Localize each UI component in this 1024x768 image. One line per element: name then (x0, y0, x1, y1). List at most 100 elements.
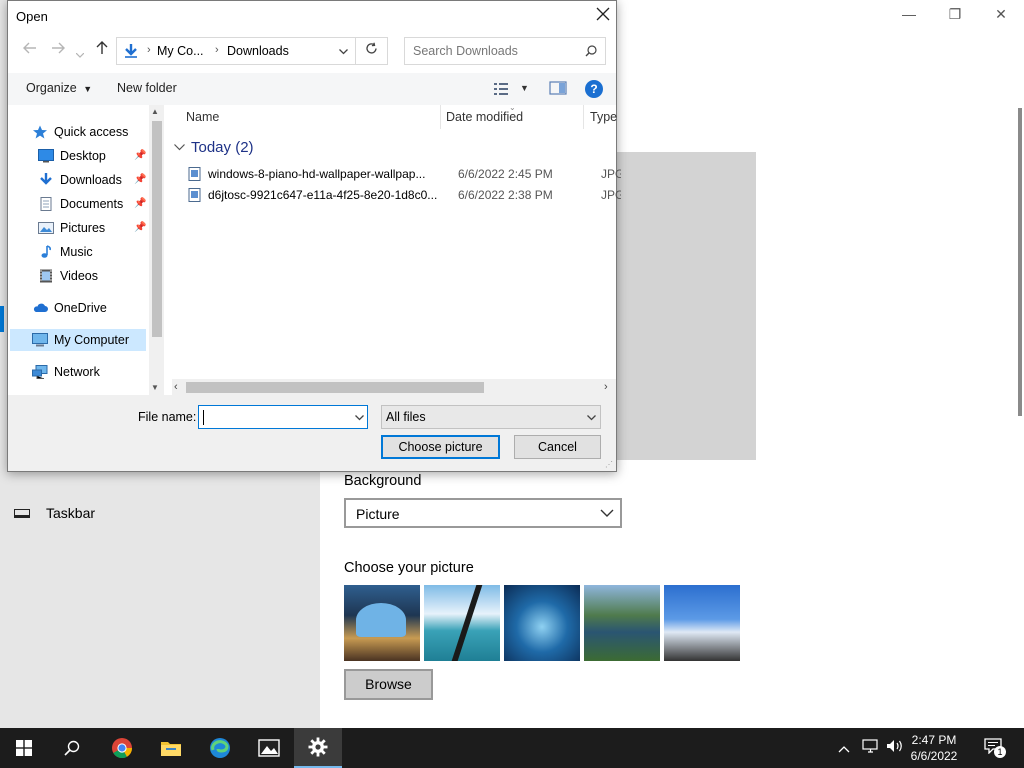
column-divider[interactable] (440, 105, 441, 129)
file-row[interactable]: d6jtosc-9921c647-e11a-4f25-8e20-1d8c0...… (188, 185, 621, 205)
back-button[interactable] (20, 41, 40, 58)
column-divider[interactable] (583, 105, 584, 129)
organize-menu[interactable]: Organize ▼ (26, 81, 92, 95)
file-name-label: File name: (138, 410, 197, 424)
search-icon (64, 740, 80, 756)
pin-icon[interactable]: 📌 (134, 198, 146, 209)
file-type-filter[interactable]: All files (381, 405, 601, 429)
caret-down-icon: ▼ (83, 84, 93, 94)
nav-item-pictures[interactable]: Pictures (38, 218, 105, 238)
nav-item-my-computer[interactable]: My Computer (32, 330, 129, 350)
pin-icon[interactable]: 📌 (134, 174, 146, 185)
nav-item-label: Downloads (60, 173, 122, 187)
image-file-icon (188, 188, 201, 202)
close-window-button[interactable]: ✕ (986, 6, 1016, 23)
new-folder-button[interactable]: New folder (117, 81, 177, 95)
chevron-down-icon (587, 415, 596, 421)
sort-chevron-icon: ⌄ (509, 103, 516, 112)
nav-scroll-thumb[interactable] (152, 121, 162, 337)
column-header-type[interactable]: Type (590, 110, 617, 132)
chevron-down-icon[interactable] (355, 415, 364, 421)
pin-icon[interactable]: 📌 (134, 150, 146, 161)
photos-taskbar-button[interactable] (245, 728, 293, 768)
view-options-button[interactable]: ▼ (494, 82, 529, 100)
horizontal-scroll-thumb[interactable] (186, 382, 484, 393)
scroll-right-icon[interactable]: › (604, 381, 608, 393)
file-name-input[interactable] (198, 405, 368, 429)
arrow-up-icon (96, 41, 108, 54)
volume-tray-button[interactable] (886, 739, 904, 758)
picture-thumbnail-1[interactable] (344, 585, 420, 661)
help-button[interactable]: ? (585, 80, 603, 98)
pin-icon[interactable]: 📌 (134, 222, 146, 233)
nav-item-label: Desktop (60, 149, 106, 163)
show-hidden-icons-button[interactable] (838, 740, 850, 758)
nav-item-label: Network (54, 365, 100, 379)
column-header-date[interactable]: Date modified (446, 110, 523, 132)
arrow-left-icon (23, 42, 36, 54)
cancel-button[interactable]: Cancel (514, 435, 601, 459)
network-tray-button[interactable] (862, 739, 880, 758)
breadcrumb-segment[interactable]: My Co... (157, 44, 204, 58)
selected-indicator (0, 306, 4, 332)
column-header-name[interactable]: Name (186, 110, 219, 132)
clock-date: 6/6/2022 (910, 749, 958, 763)
nav-item-onedrive[interactable]: OneDrive (32, 298, 107, 318)
background-dropdown[interactable]: Picture (344, 498, 622, 528)
edge-taskbar-button[interactable] (196, 728, 244, 768)
picture-thumbnail-3[interactable] (504, 585, 580, 661)
search-box[interactable]: Search Downloads (404, 37, 606, 65)
preview-pane-icon (549, 81, 567, 95)
nav-item-label: Music (60, 245, 93, 259)
recent-locations-button[interactable] (70, 45, 90, 62)
start-button[interactable] (0, 728, 48, 768)
minimize-button[interactable]: — (894, 6, 924, 22)
refresh-button[interactable] (356, 37, 388, 65)
chevron-down-icon (75, 52, 85, 58)
choose-picture-button[interactable]: Choose picture (381, 435, 500, 459)
address-bar[interactable]: › My Co... › Downloads (116, 37, 356, 65)
maximize-button[interactable]: ❐ (940, 6, 970, 23)
chrome-taskbar-button[interactable] (98, 728, 146, 768)
settings-taskbar-button[interactable] (294, 728, 342, 768)
resize-grip-icon[interactable]: ⋰ (605, 460, 613, 469)
taskbar-search-button[interactable] (48, 728, 96, 768)
file-type: JPG F (601, 188, 621, 202)
picture-thumbnail-2[interactable] (424, 585, 500, 661)
text-caret (203, 410, 204, 425)
nav-item-videos[interactable]: Videos (38, 266, 98, 286)
chevron-up-icon (838, 746, 850, 753)
desktop-icon (38, 149, 54, 163)
nav-item-desktop[interactable]: Desktop (38, 146, 106, 166)
file-date: 6/6/2022 2:38 PM (458, 188, 553, 202)
settings-scrollbar[interactable] (1018, 108, 1022, 416)
file-explorer-taskbar-button[interactable] (147, 728, 195, 768)
nav-item-quick-access[interactable]: Quick access (32, 122, 128, 142)
file-row[interactable]: windows-8-piano-hd-wallpaper-wallpap... … (188, 164, 621, 184)
search-input[interactable]: Search Downloads (413, 44, 518, 58)
video-icon (40, 269, 52, 283)
nav-item-network[interactable]: Network (32, 362, 100, 382)
breadcrumb-segment[interactable]: Downloads (227, 44, 289, 58)
nav-item-downloads[interactable]: Downloads (38, 170, 122, 190)
group-header[interactable]: Today (2) (174, 139, 254, 156)
gear-icon (308, 737, 328, 757)
cloud-icon (33, 303, 48, 312)
scroll-left-icon[interactable]: ‹ (174, 381, 178, 393)
picture-thumbnail-5[interactable] (664, 585, 740, 661)
dialog-close-button[interactable] (591, 4, 615, 28)
forward-button[interactable] (48, 41, 68, 58)
scroll-down-icon[interactable]: ▼ (151, 383, 159, 392)
help-icon: ? (590, 82, 598, 96)
browse-button[interactable]: Browse (344, 669, 433, 700)
star-icon (33, 125, 47, 139)
up-button[interactable] (92, 41, 112, 59)
system-clock[interactable]: 2:47 PM 6/6/2022 (906, 732, 962, 764)
scroll-up-icon[interactable]: ▲ (151, 107, 159, 116)
nav-item-documents[interactable]: Documents (38, 194, 123, 214)
action-center-button[interactable]: 1 (984, 738, 1006, 758)
nav-item-music[interactable]: Music (38, 242, 93, 262)
sidebar-item-taskbar[interactable]: Taskbar (14, 505, 95, 521)
picture-thumbnail-4[interactable] (584, 585, 660, 661)
preview-pane-button[interactable] (549, 81, 567, 100)
